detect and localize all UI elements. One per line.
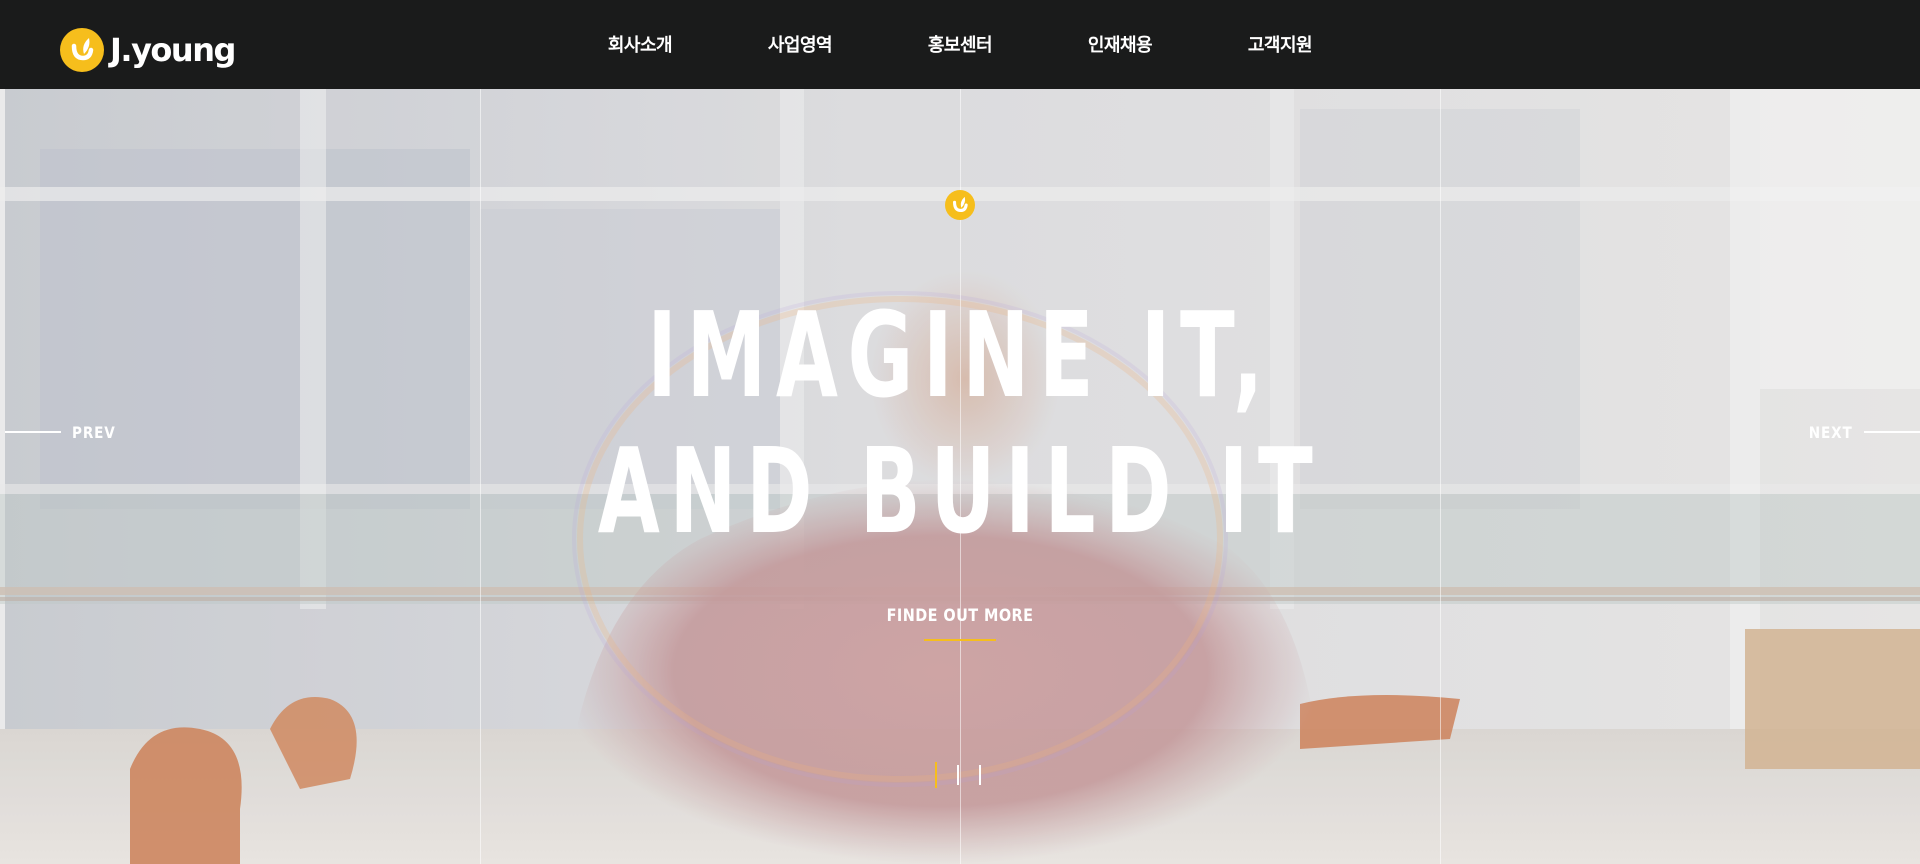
site-header: J.young 회사소개 사업영역 홍보센터 인재채용 고객지원 bbox=[0, 0, 1920, 89]
cta-underline bbox=[924, 639, 996, 641]
prev-label: PREV bbox=[72, 422, 116, 442]
hero-headline-line1: IMAGINE IT, bbox=[647, 286, 1273, 424]
logo-link[interactable]: J.young bbox=[60, 28, 236, 72]
next-label: NEXT bbox=[1809, 422, 1853, 442]
next-slide-button[interactable]: NEXT bbox=[1801, 421, 1920, 443]
nav-item-pr-center[interactable]: 홍보센터 bbox=[880, 0, 1040, 89]
slide-pagination bbox=[935, 762, 1001, 788]
find-out-more-button[interactable]: FINDE OUT MORE bbox=[875, 606, 1045, 626]
pagination-dot[interactable] bbox=[979, 765, 981, 785]
prev-arrow-line bbox=[5, 431, 61, 433]
nav-item-company[interactable]: 회사소개 bbox=[560, 0, 720, 89]
nav-item-support[interactable]: 고객지원 bbox=[1200, 0, 1360, 89]
nav-item-recruit[interactable]: 인재채용 bbox=[1040, 0, 1200, 89]
j-leaf-icon bbox=[945, 190, 975, 220]
pagination-dot[interactable] bbox=[935, 762, 937, 788]
next-arrow-line bbox=[1864, 431, 1920, 433]
logo-text: J.young bbox=[110, 31, 236, 69]
hero-headline-line2: AND BUILD IT bbox=[597, 422, 1323, 560]
j-leaf-icon bbox=[60, 28, 104, 72]
pagination-dot[interactable] bbox=[957, 765, 959, 785]
main-nav: 회사소개 사업영역 홍보센터 인재채용 고객지원 bbox=[560, 0, 1360, 89]
hero-slider: IMAGINE IT, AND BUILD IT FINDE OUT MORE … bbox=[0, 89, 1920, 864]
prev-slide-button[interactable]: PREV bbox=[5, 421, 123, 443]
nav-item-business[interactable]: 사업영역 bbox=[720, 0, 880, 89]
